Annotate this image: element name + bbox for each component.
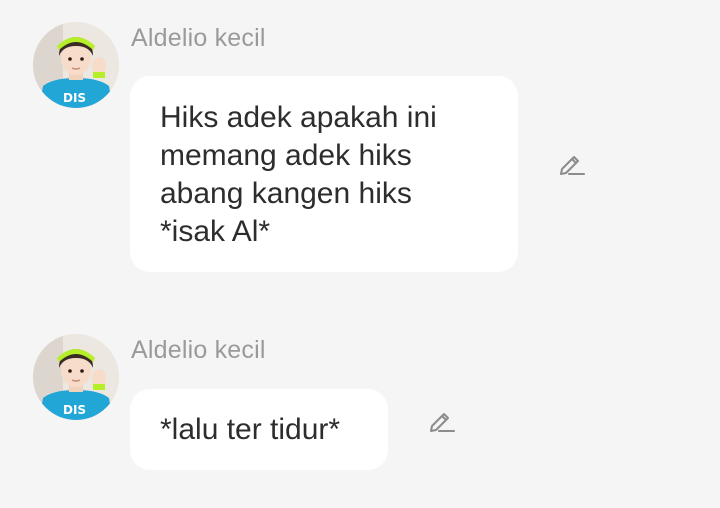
message-bubble[interactable]: *lalu ter tidur* bbox=[130, 389, 388, 470]
message-text-line: *lalu ter tidur* bbox=[160, 413, 341, 446]
svg-text:DIS: DIS bbox=[63, 91, 86, 105]
message-text-line: Hiks adek apakah ini bbox=[160, 101, 437, 134]
pencil-icon[interactable] bbox=[426, 405, 456, 435]
chat-thread: DIS Aldelio kecil Hiks adek apakah ini m… bbox=[0, 0, 720, 508]
message-text-line: *isak Al* bbox=[160, 215, 271, 248]
message-text-line: abang kangen hiks bbox=[160, 177, 412, 210]
sender-name: Aldelio kecil bbox=[131, 336, 266, 364]
avatar[interactable]: DIS bbox=[33, 22, 119, 108]
sender-name: Aldelio kecil bbox=[131, 24, 266, 52]
avatar[interactable]: DIS bbox=[33, 334, 119, 420]
message-text-line: memang adek hiks bbox=[160, 139, 412, 172]
svg-text:DIS: DIS bbox=[63, 403, 86, 417]
pencil-icon[interactable] bbox=[556, 148, 586, 178]
message-bubble[interactable]: Hiks adek apakah ini memang adek hiks ab… bbox=[130, 76, 518, 272]
avatar-image: DIS bbox=[33, 334, 119, 420]
avatar-image: DIS bbox=[33, 22, 119, 108]
